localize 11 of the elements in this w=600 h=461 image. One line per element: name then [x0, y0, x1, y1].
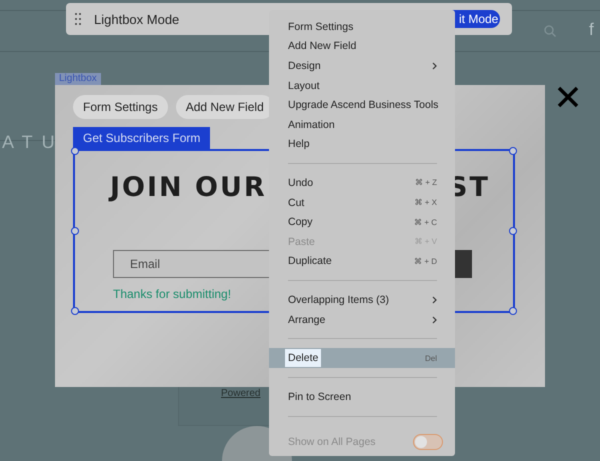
- shortcut-hint: ⌘ + C: [414, 218, 437, 227]
- success-message: Thanks for submitting!: [113, 287, 232, 301]
- lightbox-label: Lightbox: [55, 73, 101, 85]
- toolbar-title: Lightbox Mode: [94, 12, 180, 26]
- shortcut-hint: Del: [424, 354, 437, 363]
- shortcut-hint: ⌘ + D: [414, 256, 437, 266]
- shortcut-hint: ⌘ + X: [414, 198, 437, 208]
- shortcut-hint: ⌘ + Z: [414, 178, 437, 188]
- form-heading: JOIN OUR: [110, 172, 267, 203]
- menu-item-label: Show on All Pages: [288, 436, 377, 448]
- site-heading-text: ATU: [2, 132, 64, 153]
